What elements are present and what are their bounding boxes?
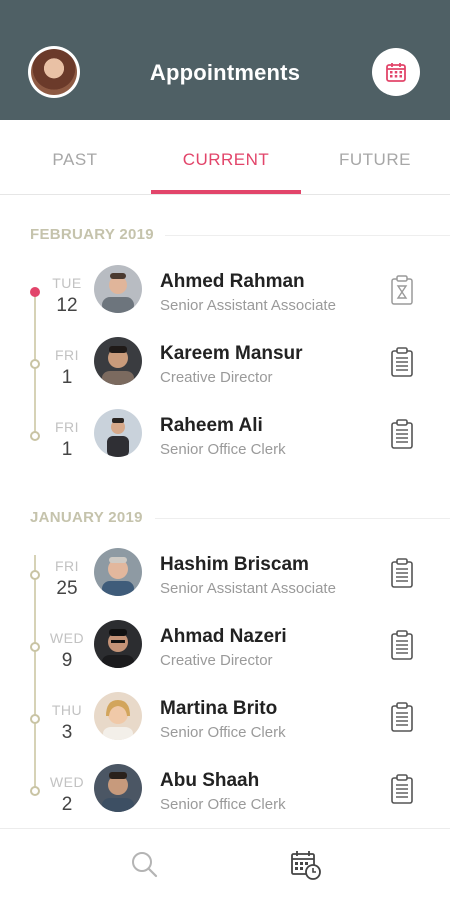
appointment-row[interactable]: FRI 25 Hashim Briscam Senior Assistant A…: [0, 548, 450, 620]
appointment-day: FRI: [54, 419, 80, 435]
avatar: [94, 692, 142, 740]
appointment-day: FRI: [54, 347, 80, 363]
appointments-list[interactable]: FEBRUARY 2019 TUE 12 Ahmed Rahman Senior…: [0, 195, 450, 828]
avatar: [94, 337, 142, 385]
person-name: Abu Shaah: [160, 770, 260, 791]
avatar: [94, 620, 142, 668]
appointment-day: WED: [49, 630, 85, 646]
clipboard-list-icon[interactable]: [390, 347, 414, 377]
appointment-date: 25: [56, 578, 78, 599]
appointment-day: WED: [49, 774, 85, 790]
person-name: Ahmed Rahman: [160, 271, 305, 292]
calendar-button[interactable]: [372, 48, 420, 96]
person-role: Creative Director: [160, 369, 273, 386]
section-heading-january: JANUARY 2019: [30, 509, 143, 526]
appointment-row[interactable]: WED 9 Ahmad Nazeri Creative Director: [0, 620, 450, 692]
search-icon[interactable]: [127, 847, 163, 883]
appointment-row[interactable]: FRI 1 Raheem Ali Senior Office Clerk: [0, 409, 450, 481]
avatar: [94, 265, 142, 313]
tab-past[interactable]: PAST: [0, 120, 150, 194]
avatar: [94, 764, 142, 812]
person-name: Ahmad Nazeri: [160, 626, 287, 647]
appointment-row[interactable]: THU 3 Martina Brito Senior Office Clerk: [0, 692, 450, 764]
active-tab-indicator: [151, 190, 301, 194]
section-heading-february: FEBRUARY 2019: [30, 226, 154, 243]
person-name: Raheem Ali: [160, 415, 263, 436]
appointment-day: FRI: [54, 558, 80, 574]
tab-current[interactable]: CURRENT: [151, 120, 301, 194]
clipboard-list-icon[interactable]: [390, 558, 414, 588]
appointment-row[interactable]: FRI 1 Kareem Mansur Creative Director: [0, 337, 450, 409]
appointment-date: 2: [61, 794, 73, 815]
person-role: Senior Office Clerk: [160, 796, 286, 813]
person-role: Senior Assistant Associate: [160, 297, 336, 314]
calendar-clock-icon[interactable]: [288, 847, 324, 883]
appointment-date: 3: [61, 722, 73, 743]
appointment-date: 1: [61, 367, 73, 388]
person-role: Senior Assistant Associate: [160, 580, 336, 597]
bottom-nav: [0, 828, 450, 901]
person-role: Senior Office Clerk: [160, 441, 286, 458]
person-role: Creative Director: [160, 652, 273, 669]
person-role: Senior Office Clerk: [160, 724, 286, 741]
clipboard-list-icon[interactable]: [390, 774, 414, 804]
clipboard-list-icon[interactable]: [390, 419, 414, 449]
avatar: [94, 409, 142, 457]
avatar: [94, 548, 142, 596]
person-name: Kareem Mansur: [160, 343, 303, 364]
section-divider: [165, 235, 450, 236]
appointment-day: THU: [51, 702, 83, 718]
app-header: Appointments: [0, 0, 450, 120]
appointment-day: TUE: [52, 275, 82, 291]
calendar-icon: [386, 63, 406, 82]
tab-future[interactable]: FUTURE: [300, 120, 450, 194]
person-name: Hashim Briscam: [160, 554, 309, 575]
clipboard-hourglass-icon[interactable]: [390, 275, 414, 305]
appointment-date: 1: [61, 439, 73, 460]
appointment-row[interactable]: WED 2 Abu Shaah Senior Office Clerk: [0, 764, 450, 836]
tab-bar: PAST CURRENT FUTURE: [0, 120, 450, 195]
clipboard-list-icon[interactable]: [390, 630, 414, 660]
person-name: Martina Brito: [160, 698, 278, 719]
section-divider: [155, 518, 450, 519]
appointment-date: 12: [56, 295, 78, 316]
clipboard-list-icon[interactable]: [390, 702, 414, 732]
appointment-row[interactable]: TUE 12 Ahmed Rahman Senior Assistant Ass…: [0, 265, 450, 337]
appointment-date: 9: [61, 650, 73, 671]
